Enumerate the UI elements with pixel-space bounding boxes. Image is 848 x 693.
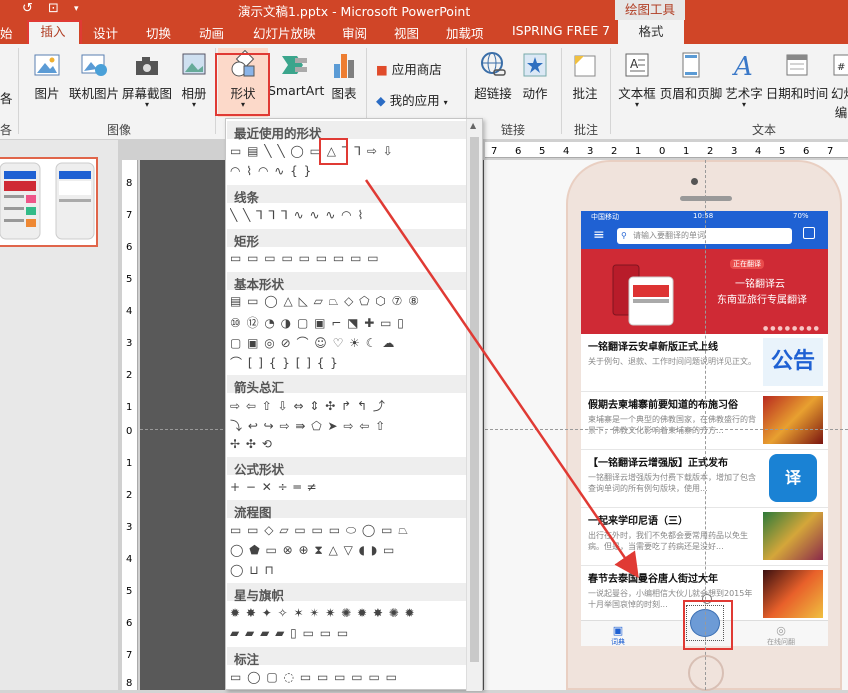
annotation-arrow — [364, 179, 639, 579]
